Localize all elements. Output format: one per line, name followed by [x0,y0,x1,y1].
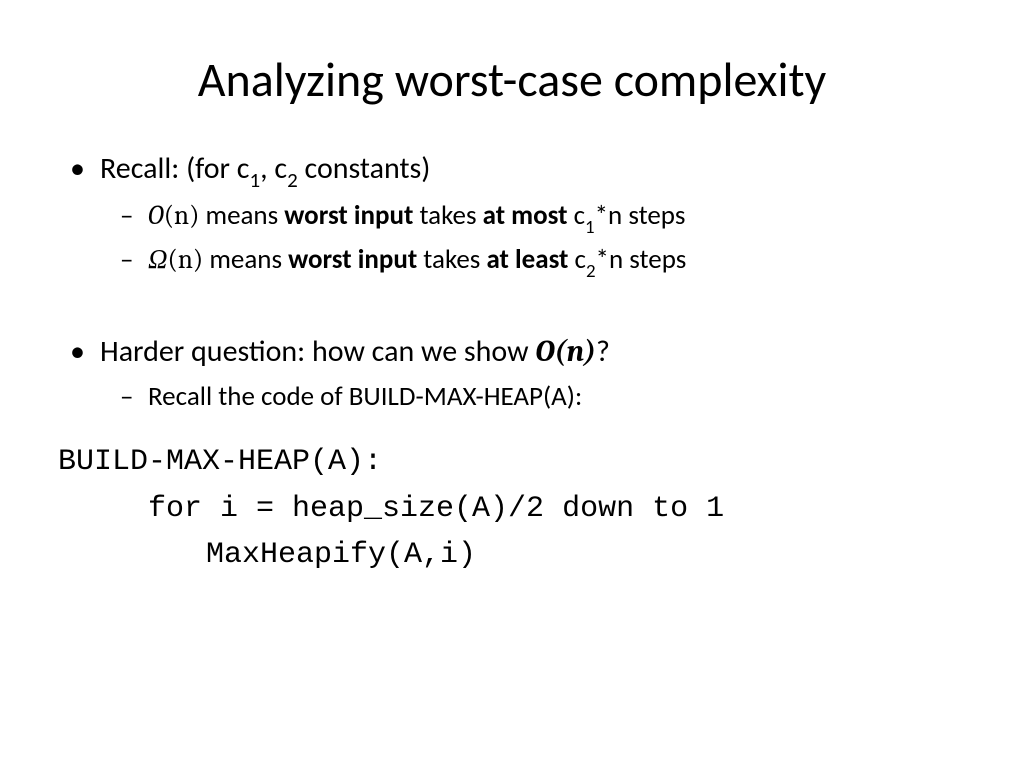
code-line-1: BUILD-MAX-HEAP(A): [58,439,974,486]
bold-big-o-n: O(n) [535,334,596,369]
text: , c [260,150,287,187]
text: takes [413,199,482,232]
sub-list-1: O(n) means worst input takes at most c1*… [100,198,974,282]
sub-big-o: O(n) means worst input takes at most c1*… [148,198,974,238]
code-line-3: MaxHeapify(A,i) [58,532,974,579]
code-line-2: for i = heap_size(A)/2 down to 1 [58,486,974,533]
n-paren: (n) [168,244,204,275]
code-block: BUILD-MAX-HEAP(A): for i = heap_size(A)/… [58,439,974,579]
sub-list-2: Recall the code of BUILD-MAX-HEAP(A): [100,379,974,415]
text: means [199,199,284,232]
sub-2: 2 [287,167,298,193]
sub-1: 1 [249,167,260,193]
bullet-list: Recall: (for c1, c2 constants) O(n) mean… [50,149,974,415]
text: constants) [298,150,431,187]
text: Harder question: how can we show [100,333,535,370]
text: ? [596,333,610,370]
bold-text: at least [486,243,568,276]
bold-text: worst input [284,199,413,232]
bold-text: at most [483,199,568,232]
text: means [203,243,288,276]
text: *n steps [595,199,686,232]
text: Recall: (for c [100,150,249,187]
n-paren: (n) [164,200,200,231]
bullet-recall: Recall: (for c1, c2 constants) O(n) mean… [100,149,974,282]
slide-content: Recall: (for c1, c2 constants) O(n) mean… [50,149,974,579]
text: takes [417,243,486,276]
slide-title: Analyzing worst-case complexity [50,50,974,109]
slide: Analyzing worst-case complexity Recall: … [0,0,1024,768]
big-o: O [148,200,164,231]
bullet-harder-question: Harder question: how can we show O(n)? R… [100,332,974,415]
text: *n steps [596,243,687,276]
bold-text: worst input [288,243,417,276]
sub-recall-code: Recall the code of BUILD-MAX-HEAP(A): [148,379,974,415]
sub-c1: 1 [585,216,595,239]
big-omega: Ω [148,244,168,275]
sub-c2: 2 [586,260,596,283]
spacer [100,288,974,326]
sub-big-omega: Ω(n) means worst input takes at least c2… [148,242,974,282]
text: c [568,243,586,276]
text: c [567,199,585,232]
